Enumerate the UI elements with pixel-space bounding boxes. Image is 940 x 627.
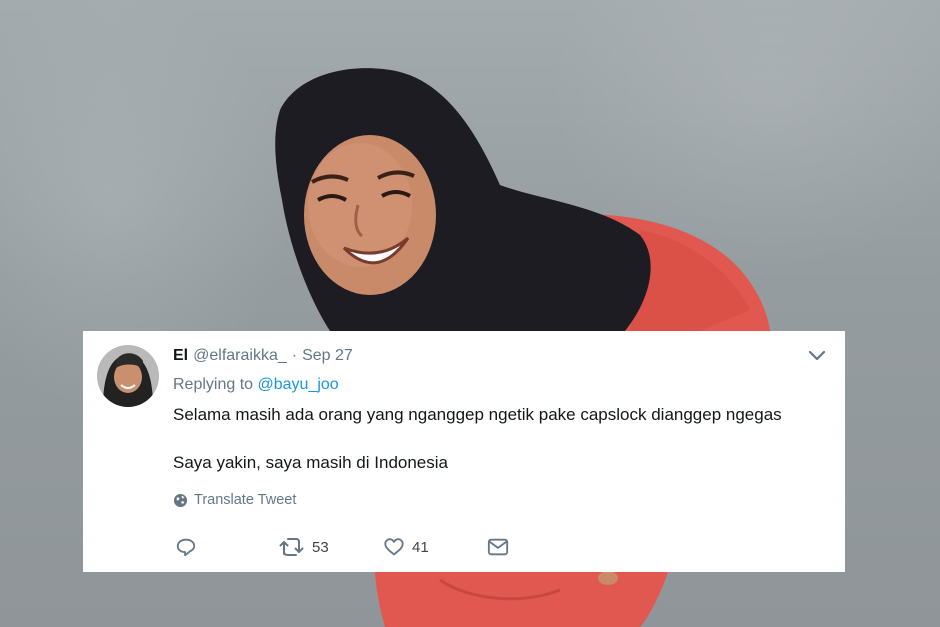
avatar[interactable] <box>97 345 159 407</box>
tweet-date[interactable]: Sep 27 <box>302 347 353 365</box>
like-count: 41 <box>412 538 429 556</box>
retweet-button[interactable]: 53 <box>279 534 329 560</box>
reply-icon <box>176 538 196 557</box>
replying-to-link[interactable]: @bayu_joo <box>258 376 339 393</box>
tweet-text-line-1: Selama masih ada orang yang nganggep nge… <box>173 405 782 424</box>
tweet-actions: 53 41 <box>175 534 535 560</box>
envelope-icon <box>487 538 509 556</box>
heart-icon <box>384 538 404 556</box>
translate-tweet-button[interactable]: Translate Tweet <box>173 492 829 508</box>
tweet-text-line-2: Saya yakin, saya masih di Indonesia <box>173 453 448 472</box>
retweet-icon <box>279 538 304 556</box>
translate-label: Translate Tweet <box>194 492 297 508</box>
tweet-header: El @elfaraikka_ · Sep 27 <box>173 345 829 367</box>
replying-to: Replying to @bayu_joo <box>173 376 829 394</box>
separator-dot: · <box>291 347 298 364</box>
chevron-down-icon[interactable] <box>807 347 827 365</box>
display-name[interactable]: El <box>173 347 188 365</box>
tweet-card: El @elfaraikka_ · Sep 27 Replying to @ba… <box>83 331 845 572</box>
globe-icon <box>173 493 188 507</box>
tweet-text: Selama masih ada orang yang nganggep nge… <box>173 404 829 474</box>
reply-button[interactable] <box>175 534 197 560</box>
retweet-count: 53 <box>312 538 329 556</box>
tweet-body: El @elfaraikka_ · Sep 27 Replying to @ba… <box>173 345 829 508</box>
like-button[interactable]: 41 <box>383 534 429 560</box>
replying-to-label: Replying to <box>173 376 254 393</box>
direct-message-button[interactable] <box>487 534 509 560</box>
user-handle[interactable]: @elfaraikka_ <box>193 347 287 365</box>
